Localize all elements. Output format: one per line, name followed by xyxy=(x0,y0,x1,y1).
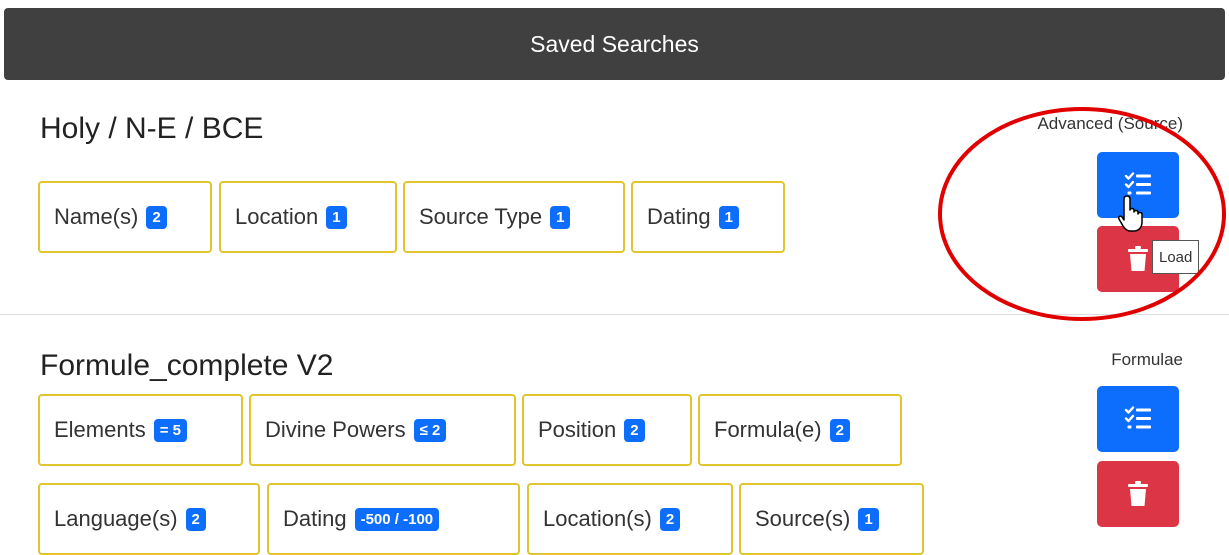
filter-label: Source(s) xyxy=(755,506,851,531)
filter-count-badge: 2 xyxy=(146,205,167,229)
filter-label: Position xyxy=(538,417,617,442)
filter-count-badge: 2 xyxy=(659,507,681,531)
filter-label: Formula(e) xyxy=(714,417,822,442)
search-type-label: Advanced (Source) xyxy=(1037,114,1183,133)
filter-label: Location xyxy=(235,204,319,229)
filter-count-badge: = 5 xyxy=(153,418,187,442)
filter-chip-languages[interactable]: Language(s) 2 xyxy=(38,483,260,555)
filter-count-badge: 2 xyxy=(829,418,850,442)
saved-searches-header: Saved Searches xyxy=(4,8,1225,80)
trash-icon xyxy=(1128,246,1148,271)
filter-chip-position[interactable]: Position 2 xyxy=(522,394,692,466)
filter-count-badge: 1 xyxy=(858,507,879,531)
filter-label: Name(s) xyxy=(54,204,139,229)
filter-label: Elements xyxy=(54,417,146,442)
tooltip-text: Load xyxy=(1159,248,1193,266)
filter-chip-names[interactable]: Name(s) 2 xyxy=(38,181,212,253)
filter-count-badge: ≤ 2 xyxy=(413,418,447,442)
load-search-button[interactable] xyxy=(1097,386,1179,452)
filter-count-badge: -500 / -100 xyxy=(354,507,440,531)
delete-search-button[interactable] xyxy=(1097,461,1179,527)
search-title: Holy / N-E / BCE xyxy=(40,112,264,145)
hand-cursor-icon xyxy=(1118,195,1143,232)
filter-count-badge: 1 xyxy=(550,205,571,229)
filter-chip-dating[interactable]: Dating 1 xyxy=(631,181,785,253)
filter-chip-source-type[interactable]: Source Type 1 xyxy=(403,181,625,253)
filter-count-badge: 1 xyxy=(718,205,739,229)
header-title: Saved Searches xyxy=(530,30,699,57)
filter-chip-dating[interactable]: Dating -500 / -100 xyxy=(267,483,520,555)
filter-label: Dating xyxy=(283,506,347,531)
filter-count-badge: 2 xyxy=(185,507,206,531)
filter-chip-location[interactable]: Location 1 xyxy=(219,181,397,253)
search-divider xyxy=(0,314,1229,315)
search-title: Formule_complete V2 xyxy=(40,349,334,382)
filter-label: Source Type xyxy=(419,204,543,229)
filter-label: Language(s) xyxy=(54,506,178,531)
filter-chip-locations[interactable]: Location(s) 2 xyxy=(527,483,733,555)
filter-label: Divine Powers xyxy=(265,417,406,442)
annotation-ellipse xyxy=(938,107,1226,321)
filter-count-badge: 2 xyxy=(624,418,645,442)
filter-chip-elements[interactable]: Elements = 5 xyxy=(38,394,243,466)
filter-label: Location(s) xyxy=(543,506,652,531)
load-tooltip: Load xyxy=(1152,240,1200,274)
filter-chip-formulae[interactable]: Formula(e) 2 xyxy=(698,394,902,466)
search-type-label: Formulae xyxy=(1111,350,1183,369)
filter-chip-sources[interactable]: Source(s) 1 xyxy=(739,483,924,555)
list-check-icon xyxy=(1124,406,1151,429)
filter-count-badge: 1 xyxy=(326,205,347,229)
filter-chip-divine-powers[interactable]: Divine Powers ≤ 2 xyxy=(249,394,516,466)
trash-icon xyxy=(1128,481,1148,506)
filter-label: Dating xyxy=(647,204,711,229)
